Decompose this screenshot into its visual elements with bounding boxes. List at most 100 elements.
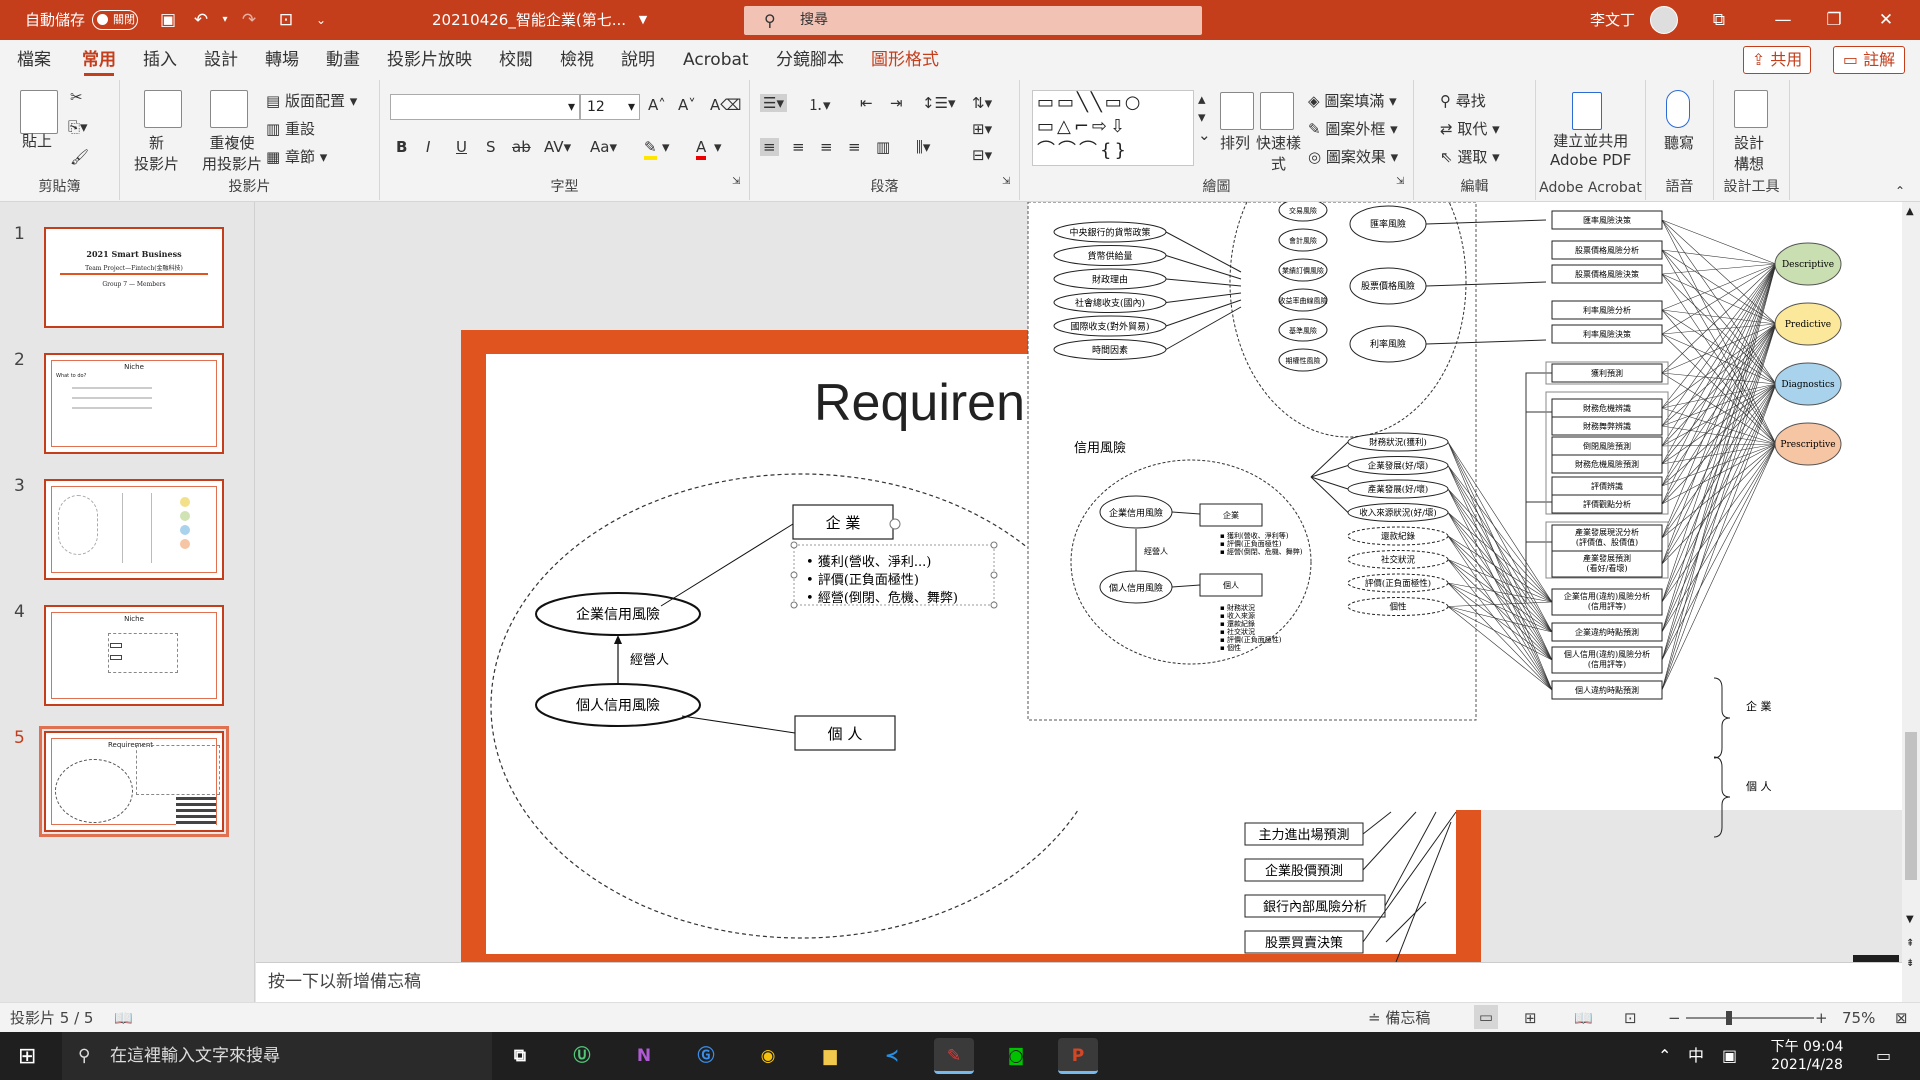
tab-animations[interactable]: 動畫 [326,40,360,80]
avatar[interactable] [1650,6,1678,34]
slide-title[interactable]: Requiren [814,374,1025,432]
font-color-icon[interactable]: A [696,138,707,160]
design-ideas-button[interactable]: 設計 構想 [1734,132,1764,174]
normal-view-icon[interactable]: ▭ [1474,1005,1498,1029]
line-spacing-icon[interactable]: ↕☰▾ [922,94,956,112]
bullets-icon[interactable]: ☰▾ [760,94,787,112]
app-vscode-icon[interactable]: ≺ [872,1038,912,1074]
paste-label[interactable]: 貼上 [22,130,52,151]
align-left-icon[interactable]: ≡ [760,138,779,156]
slideshow-icon[interactable]: ⊡ [1624,1003,1637,1033]
align-right-icon[interactable]: ≡ [820,138,833,156]
arrange-button[interactable]: 排列 [1220,132,1250,153]
tab-storyboard[interactable]: 分鏡腳本 [776,40,844,80]
font-size-combo[interactable]: 12 ▾ [580,94,640,120]
slide-thumbnail-2[interactable]: Niche What to do? [44,353,224,454]
dialog-launcher-icon[interactable]: ⇲ [1396,176,1404,187]
zoom-in-icon[interactable]: + [1815,1003,1828,1033]
ime-indicator[interactable]: 中 [1688,1032,1704,1080]
tab-insert[interactable]: 插入 [143,40,177,80]
next-slide-icon[interactable]: ⇟ [1906,958,1914,969]
columns-icon[interactable]: ⫼▾ [916,138,930,156]
tab-acrobat[interactable]: Acrobat [683,40,749,80]
cut-icon[interactable]: ✂ [70,88,83,106]
numbering-icon[interactable]: ⒈▾ [808,94,831,115]
ime-mode-icon[interactable]: ▣ [1722,1032,1737,1080]
design-ideas-icon[interactable] [1734,90,1768,128]
search-box[interactable]: ⚲ 搜尋 [744,6,1202,35]
save-icon[interactable]: ▣ [157,9,179,31]
slide-thumbnail-4[interactable]: Niche [44,605,224,706]
zoom-level[interactable]: 75% [1842,1003,1875,1033]
comment-button[interactable]: ▭ 註解 [1833,46,1905,74]
shape-fill-button[interactable]: ◈ 圖案填滿 ▾ [1308,90,1397,111]
app-onenote-icon[interactable]: N [624,1038,664,1074]
resize-handle-icon[interactable] [790,571,798,579]
tab-home[interactable]: 常用 [82,40,116,80]
chevron-down-icon[interactable]: ▾ [662,138,670,156]
tab-shape-format[interactable]: 圖形格式 [871,40,939,80]
app-explorer-icon[interactable]: ▆ [810,1038,850,1074]
align-text-icon[interactable]: ⊞▾ [972,120,992,138]
quick-styles-button[interactable]: 快速樣 式 [1256,132,1301,174]
app-powerpoint-icon[interactable]: P [1058,1038,1098,1074]
notes-button[interactable]: ≐ 備忘稿 [1368,1003,1430,1033]
microphone-icon[interactable] [1666,90,1690,128]
tab-help[interactable]: 說明 [621,40,655,80]
shape-effects-button[interactable]: ◎ 圖案效果 ▾ [1308,146,1398,167]
chevron-down-icon[interactable]: ▾ [714,138,722,156]
tab-design[interactable]: 設計 [204,40,238,80]
align-center-icon[interactable]: ≡ [792,138,805,156]
app-edge-icon[interactable]: Ⓖ [686,1038,726,1074]
layout-button[interactable]: ▤ 版面配置 ▾ [266,90,357,111]
slide-thumbnail-3[interactable] [44,479,224,580]
clock[interactable]: 下午 09:04 2021/4/28 [1762,1038,1852,1074]
quick-styles-icon[interactable] [1260,92,1294,130]
strikethrough-icon[interactable]: ab [512,138,531,156]
new-slide-icon[interactable] [144,90,182,128]
increase-indent-icon[interactable]: ⇥ [890,94,903,112]
fit-slide-icon[interactable]: ⊠ [1895,1003,1908,1033]
dialog-launcher-icon[interactable]: ⇲ [1002,176,1010,187]
shape-outline-button[interactable]: ✎ 圖案外框 ▾ [1308,118,1398,139]
zoom-out-icon[interactable]: − [1668,1003,1681,1033]
app-upwork-icon[interactable]: Ⓤ [562,1038,602,1074]
slide-thumbnail-1[interactable]: 2021 Smart Business Team Project—Fintech… [44,227,224,328]
replace-button[interactable]: ⇄ 取代 ▾ [1440,118,1500,139]
tray-expand-icon[interactable]: ⌃ [1658,1032,1671,1080]
close-icon[interactable]: ✕ [1875,9,1897,31]
pdf-icon[interactable] [1572,92,1602,130]
vertical-scrollbar[interactable]: ▲ ▼ ⇞ ⇟ [1902,202,1920,1002]
present-icon[interactable]: ⊡ [275,9,297,31]
font-name-combo[interactable]: ▾ [390,94,580,120]
rotate-handle-icon[interactable] [889,518,901,530]
resize-handle-icon[interactable] [990,571,998,579]
change-case-icon[interactable]: Aa▾ [590,138,617,156]
scroll-thumb[interactable] [1905,732,1917,880]
scroll-down-icon[interactable]: ▼ [1906,914,1914,925]
section-button[interactable]: ▦ 章節 ▾ [266,146,327,167]
bold-icon[interactable]: B [396,138,407,156]
minimize-icon[interactable]: — [1772,9,1794,31]
undo-icon[interactable]: ↶ [190,9,212,31]
arrange-icon[interactable] [1220,92,1254,130]
reuse-slides-icon[interactable] [210,90,248,128]
new-slide-button[interactable]: 新 投影片 [134,132,179,174]
shrink-font-icon[interactable]: A˅ [678,96,696,114]
shapes-gallery[interactable]: ▭▭╲╲▭○ ▭△⌐⇨⇩ ⌒⌒⌒{} [1032,90,1194,166]
tab-slideshow[interactable]: 投影片放映 [387,40,472,80]
resize-handle-icon[interactable] [990,541,998,549]
shadow-icon[interactable]: S [486,138,496,156]
reset-button[interactable]: ▥ 重設 [266,118,315,139]
task-view-icon[interactable]: ⧉ [500,1038,540,1074]
zoom-slider[interactable] [1686,1017,1814,1019]
dialog-launcher-icon[interactable]: ⇲ [732,176,740,187]
justify-icon[interactable]: ≡ [848,138,861,156]
tab-review[interactable]: 校閱 [499,40,533,80]
redo-icon[interactable]: ↷ [238,9,260,31]
copy-icon[interactable]: ⎘▾ [68,118,88,136]
app-pen-icon[interactable]: ✎ [934,1038,974,1074]
notification-icon[interactable]: ▭ [1876,1032,1891,1080]
autosave-toggle[interactable]: 關閉 [92,10,138,30]
prev-slide-icon[interactable]: ⇞ [1906,938,1914,949]
